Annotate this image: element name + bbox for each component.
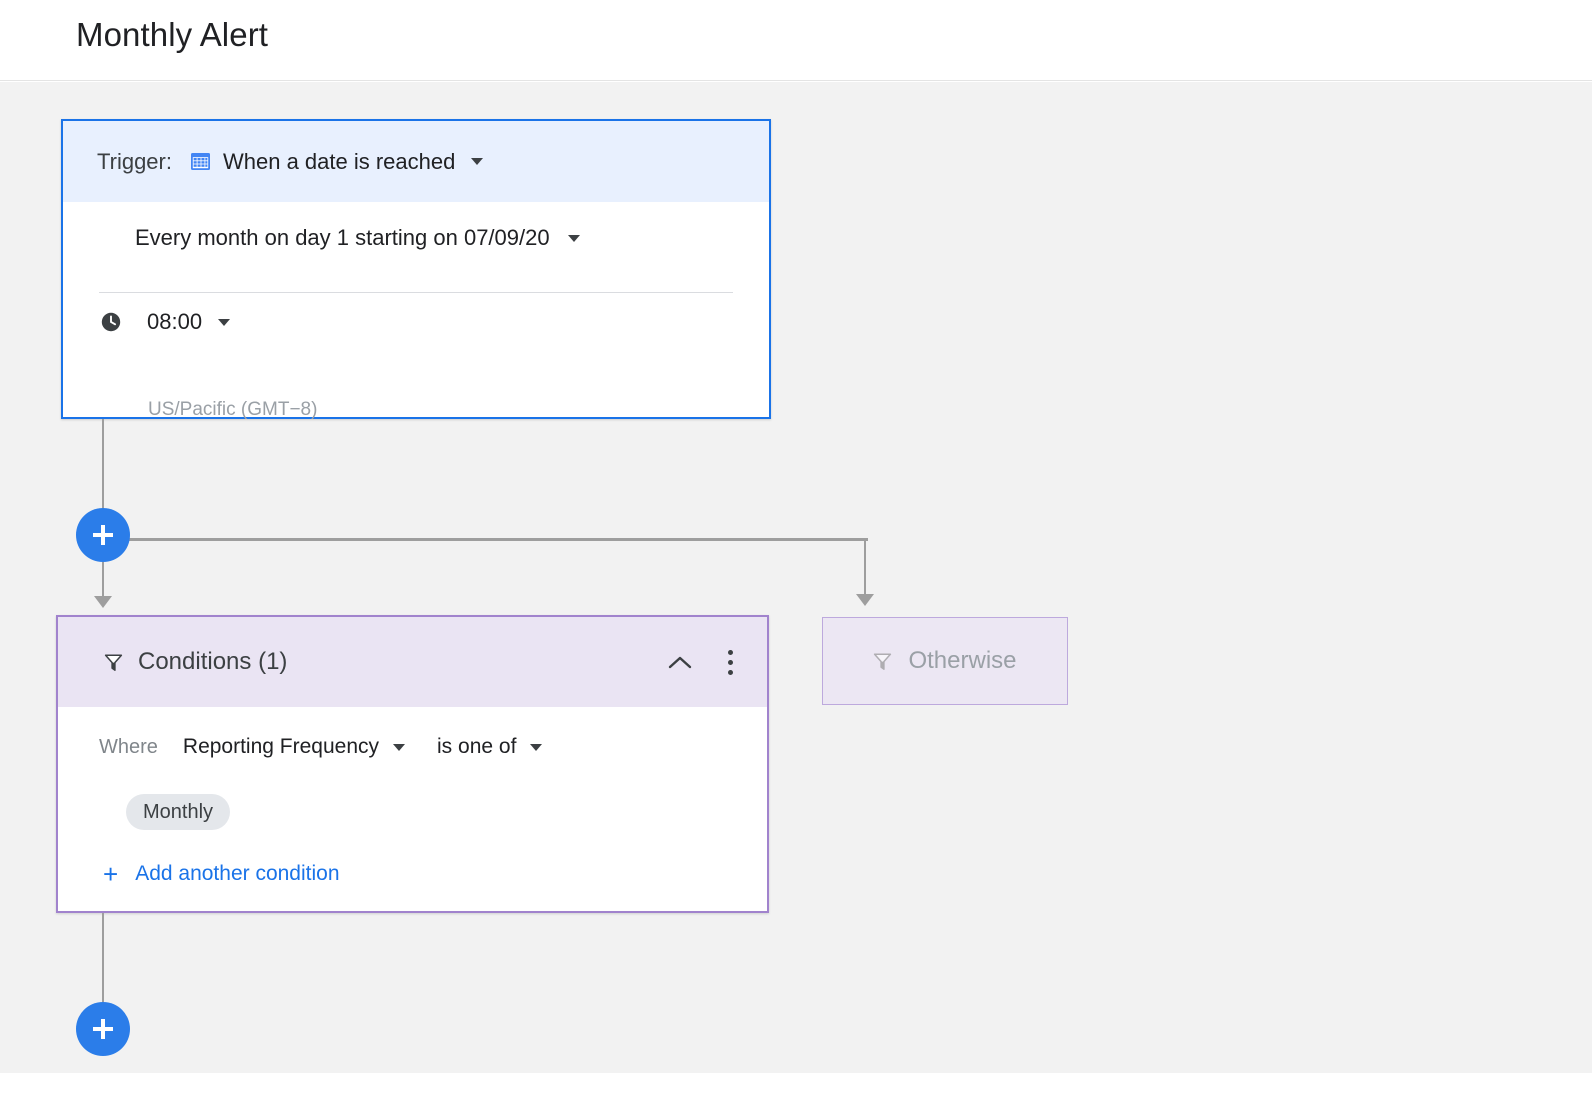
calendar-icon: [190, 151, 211, 172]
chevron-down-icon[interactable]: [218, 318, 231, 326]
trigger-card-header: Trigger: When a date is reached: [63, 121, 769, 202]
trigger-label: Trigger:: [97, 148, 172, 174]
timezone-label: US/Pacific (GMT−8): [148, 399, 318, 420]
conditions-title: Conditions (1): [138, 648, 288, 675]
chevron-down-icon: [393, 743, 406, 751]
plus-icon: +: [103, 859, 119, 889]
condition-row: Where Reporting Frequency is one of: [99, 735, 574, 759]
time-row: 08:00: [100, 309, 231, 335]
time-value[interactable]: 08:00: [147, 309, 202, 335]
more-vert-icon[interactable]: [715, 645, 745, 679]
add-step-node-bottom[interactable]: +: [76, 1002, 130, 1056]
add-another-condition-label: Add another condition: [135, 862, 340, 885]
add-another-condition-button[interactable]: + Add another condition: [103, 861, 340, 887]
otherwise-box[interactable]: Otherwise: [822, 617, 1068, 705]
funnel-icon: [104, 653, 123, 672]
trigger-card: Trigger: When a date is reached Every mo…: [61, 119, 771, 420]
chevron-up-icon[interactable]: [663, 645, 697, 679]
trigger-type-value: When a date is reached: [222, 148, 456, 174]
connector-branch-vertical: [864, 538, 866, 598]
connector-arrow-conditions: [94, 596, 112, 608]
chevron-down-icon: [567, 234, 580, 242]
flow-canvas: Trigger: When a date is reached Every mo…: [0, 82, 1592, 1073]
conditions-card-header: Conditions (1): [58, 617, 767, 707]
condition-value-chip-label: Monthly: [143, 800, 214, 823]
otherwise-label: Otherwise: [908, 647, 1017, 674]
schedule-dropdown[interactable]: Every month on day 1 starting on 07/09/2…: [135, 225, 580, 251]
chevron-down-icon: [530, 743, 543, 751]
clock-icon: [100, 311, 122, 333]
condition-field-dropdown[interactable]: Reporting Frequency: [182, 735, 406, 759]
menu-dot: [727, 649, 733, 655]
schedule-value: Every month on day 1 starting on 07/09/2…: [135, 225, 550, 250]
menu-dot: [727, 669, 733, 675]
app-header: Monthly Alert: [0, 0, 1592, 81]
chevron-down-icon: [471, 158, 484, 165]
connector-branch-horizontal: [128, 538, 868, 541]
add-step-node-top[interactable]: +: [76, 508, 130, 562]
condition-value-chip[interactable]: Monthly: [126, 794, 231, 830]
connector-arrow-otherwise: [856, 594, 874, 606]
trigger-type-dropdown[interactable]: When a date is reached: [190, 148, 484, 175]
condition-field-value: Reporting Frequency: [182, 735, 380, 758]
funnel-icon: [873, 652, 892, 671]
page-title: Monthly Alert: [76, 16, 269, 53]
condition-operator-dropdown[interactable]: is one of: [437, 735, 543, 759]
where-label: Where: [99, 735, 158, 758]
trigger-divider: [99, 292, 733, 293]
conditions-card: Conditions (1) Where Reporting Frequency…: [56, 615, 769, 913]
menu-dot: [727, 659, 733, 665]
condition-operator-value: is one of: [437, 735, 517, 758]
